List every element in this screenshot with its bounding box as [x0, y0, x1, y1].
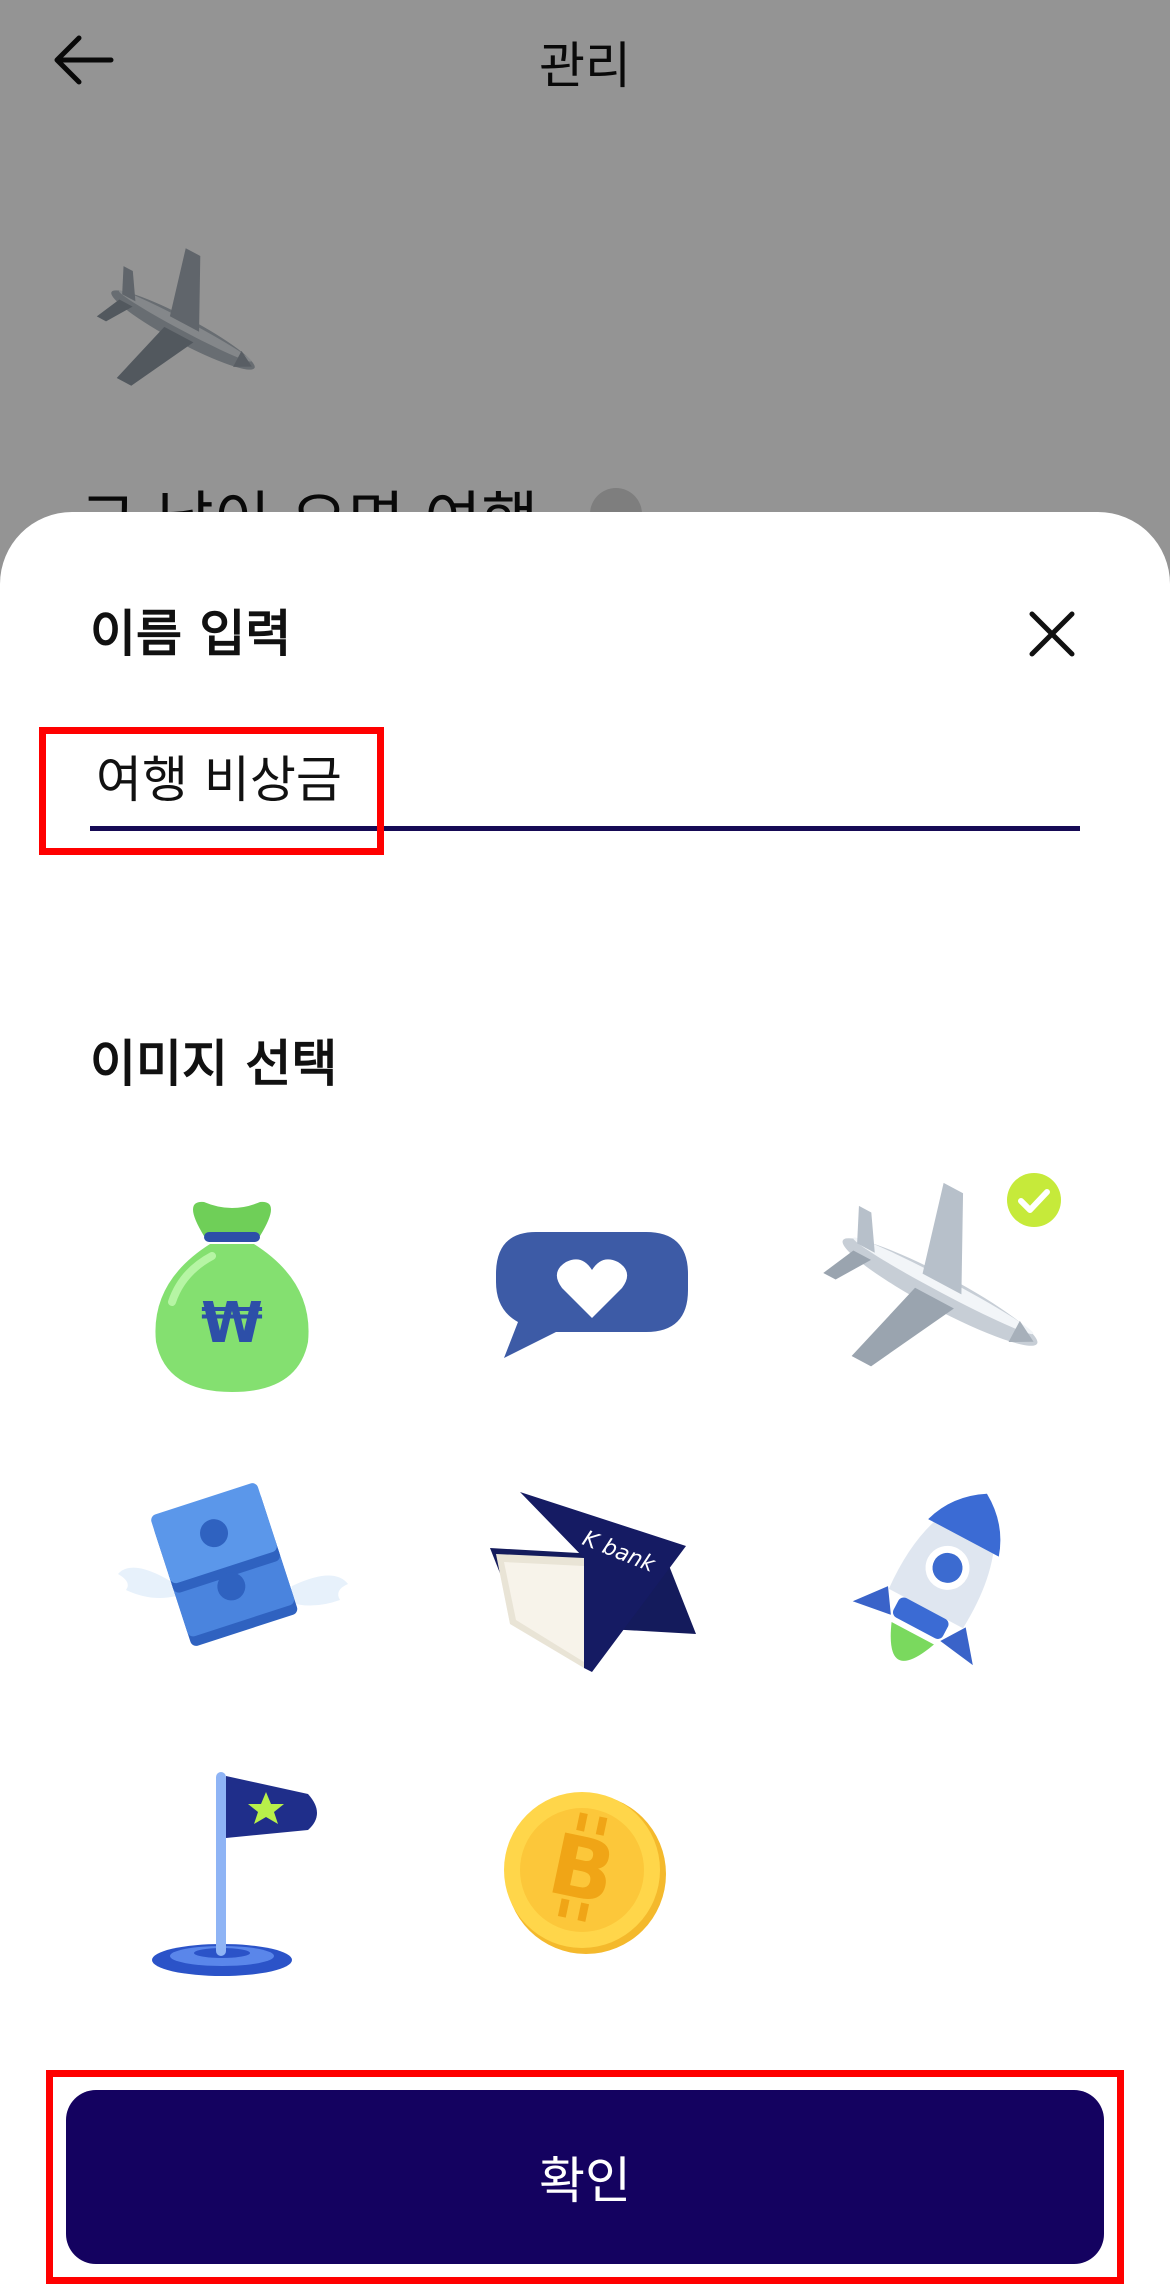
- image-option-money-bag[interactable]: ₩: [112, 1172, 352, 1412]
- close-icon: [1029, 611, 1075, 657]
- money-bag-icon: ₩: [155, 1201, 309, 1392]
- close-button[interactable]: [1022, 604, 1082, 664]
- image-section-title: 이미지 선택: [90, 1035, 338, 1093]
- rocket-icon: [852, 1493, 1001, 1666]
- image-grid: ₩ K bank B: [0, 1172, 1170, 2052]
- image-option-winged-cash[interactable]: [112, 1462, 352, 1702]
- image-option-bitcoin[interactable]: B: [466, 1752, 706, 1992]
- passbook-icon: K bank: [490, 1492, 696, 1672]
- bitcoin-icon: B: [504, 1792, 666, 1954]
- sheet-title: 이름 입력: [90, 605, 292, 663]
- check-circle-icon: [1007, 1173, 1061, 1227]
- heart-bubble-icon: [496, 1232, 688, 1358]
- svg-text:₩: ₩: [201, 1291, 263, 1356]
- name-edit-sheet: 이름 입력 이미지 선택 ₩: [0, 512, 1170, 2292]
- image-option-heart-bubble[interactable]: [466, 1172, 706, 1412]
- highlight-box-confirm-button: [46, 2070, 1124, 2284]
- image-option-star-flag[interactable]: [112, 1752, 352, 1992]
- selected-check-badge: [1006, 1172, 1062, 1228]
- star-flag-icon: [152, 1772, 317, 1976]
- image-option-rocket[interactable]: [820, 1462, 1060, 1702]
- highlight-box-name-input: [39, 727, 384, 855]
- winged-cash-icon: [118, 1483, 348, 1646]
- image-option-kbank-passbook[interactable]: K bank: [466, 1462, 706, 1702]
